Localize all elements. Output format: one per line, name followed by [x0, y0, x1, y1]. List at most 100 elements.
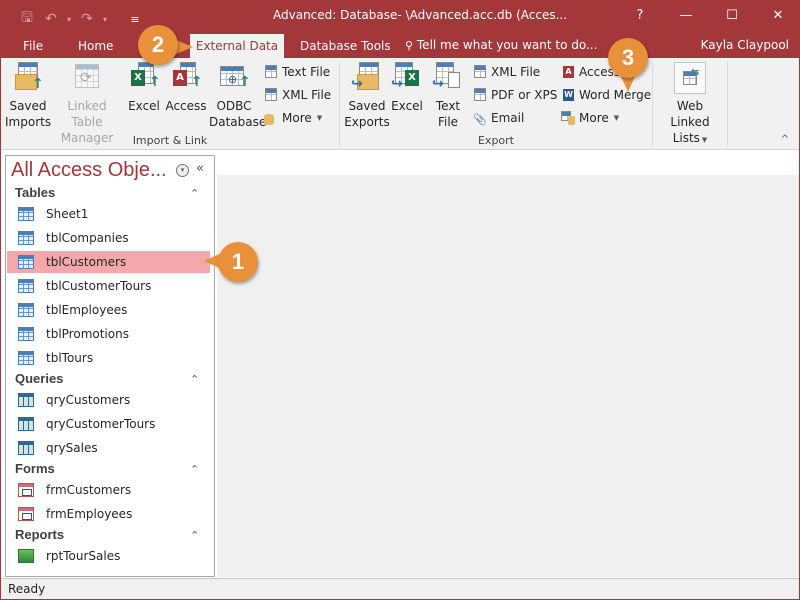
- nav-item-tbltours[interactable]: tblTours: [7, 347, 210, 369]
- import-text-file-button[interactable]: Text File: [263, 62, 330, 82]
- export-email-button[interactable]: 📎 Email: [472, 108, 524, 128]
- nav-item-tblcustomers[interactable]: tblCustomers: [7, 251, 210, 273]
- section-queries[interactable]: Queries: [15, 371, 63, 386]
- tab-home[interactable]: Home: [68, 34, 123, 58]
- nav-item-qrycustomers[interactable]: qryCustomers: [7, 389, 210, 411]
- xml-export-icon: [472, 64, 488, 80]
- nav-item-qrysales[interactable]: qrySales: [7, 437, 210, 459]
- nav-item-rpttoursales[interactable]: rptTourSales: [7, 545, 210, 567]
- navigation-pane: All Access Obje... ▾ « Tables ⌃ Sheet1 t…: [5, 155, 215, 577]
- section-forms[interactable]: Forms: [15, 461, 55, 476]
- export-pdf-xps-button[interactable]: PDF or XPS: [472, 85, 557, 105]
- table-icon: [18, 279, 34, 293]
- table-icon: [18, 303, 34, 317]
- nav-pane-title[interactable]: All Access Obje...: [11, 159, 167, 182]
- report-icon: [18, 549, 34, 563]
- saved-exports-button[interactable]: ↪ Saved Exports: [344, 62, 390, 130]
- user-name[interactable]: Kayla Claypool: [701, 32, 789, 58]
- tab-external-data[interactable]: External Data: [190, 34, 284, 58]
- access-export-icon: A: [560, 64, 576, 80]
- collapse-ribbon-button[interactable]: ^: [781, 134, 789, 145]
- collapse-reports-icon[interactable]: ⌃: [190, 529, 199, 542]
- table-icon: [18, 255, 34, 269]
- section-reports[interactable]: Reports: [15, 527, 64, 542]
- nav-item-frmcustomers[interactable]: frmCustomers: [7, 479, 210, 501]
- dropdown-caret-icon: ▼: [316, 114, 323, 122]
- collapse-forms-icon[interactable]: ⌃: [190, 463, 199, 476]
- text-file-icon: [263, 64, 279, 80]
- import-access-button[interactable]: A ↑ Access: [165, 62, 207, 114]
- query-icon: [18, 417, 34, 431]
- ribbon-tabs: File Home External Data Database Tools ⚲…: [1, 32, 800, 58]
- query-icon: [18, 393, 34, 407]
- import-xml-file-button[interactable]: XML File: [263, 85, 331, 105]
- saved-exports-icon: ↪: [351, 62, 383, 94]
- callout-3-badge: 3: [608, 38, 648, 78]
- dropdown-caret-icon: ▼: [613, 114, 620, 122]
- table-icon: [18, 351, 34, 365]
- window-title: Advanced: Database- \Advanced.acc.db (Ac…: [273, 8, 568, 22]
- callout-1-badge: 1: [218, 242, 258, 282]
- group-export: ↪ Saved Exports X ↪ Excel ↪ Text File XM…: [340, 58, 652, 150]
- maximize-button[interactable]: ☐: [709, 0, 755, 32]
- quick-access-toolbar: 🖫 ↶ ▾ ↷ ▾ ≡: [15, 7, 147, 31]
- customize-qat-icon[interactable]: ≡: [123, 13, 147, 26]
- import-excel-button[interactable]: X ↑ Excel: [125, 62, 163, 114]
- table-icon: [18, 231, 34, 245]
- text-file-export-icon: ↪: [432, 62, 464, 94]
- export-text-file-button[interactable]: ↪ Text File: [430, 62, 466, 130]
- export-xml-file-button[interactable]: XML File: [472, 62, 540, 82]
- dropdown-caret-icon: ▼: [701, 136, 708, 144]
- export-excel-button[interactable]: X ↪ Excel: [390, 62, 424, 114]
- lightbulb-icon: ⚲: [405, 39, 414, 52]
- undo-dropdown-icon[interactable]: ▾: [63, 15, 75, 24]
- pdf-export-icon: [472, 87, 488, 103]
- status-text: Ready: [8, 582, 46, 596]
- saved-imports-button[interactable]: ↑ Saved Imports: [5, 62, 51, 130]
- redo-dropdown-icon[interactable]: ▾: [99, 15, 111, 24]
- nav-item-frmemployees[interactable]: frmEmployees: [7, 503, 210, 525]
- export-word-merge-button[interactable]: W Word Merge: [560, 85, 651, 105]
- linked-table-manager-icon: ⟳: [71, 62, 103, 94]
- title-bar: 🖫 ↶ ▾ ↷ ▾ ≡ Advanced: Database- \Advance…: [1, 0, 800, 32]
- tell-me-search[interactable]: ⚲ Tell me what you want to do...: [405, 32, 597, 59]
- collapse-tables-icon[interactable]: ⌃: [190, 187, 199, 200]
- help-button[interactable]: ?: [617, 0, 663, 32]
- email-attachment-icon: 📎: [473, 113, 487, 126]
- shutter-bar-close-icon[interactable]: «: [196, 161, 204, 176]
- saved-imports-icon: ↑: [12, 62, 44, 94]
- ribbon: ↑ Saved Imports ⟳ Linked Table Manager X…: [1, 58, 799, 150]
- tab-file[interactable]: File: [13, 34, 53, 58]
- nav-item-sheet1[interactable]: Sheet1: [7, 203, 210, 225]
- nav-item-tblpromotions[interactable]: tblPromotions: [7, 323, 210, 345]
- section-tables[interactable]: Tables: [15, 185, 55, 200]
- export-more-button[interactable]: More ▼: [560, 108, 619, 128]
- group-import-link: ↑ Saved Imports ⟳ Linked Table Manager X…: [1, 58, 339, 150]
- close-button[interactable]: ✕: [755, 0, 800, 32]
- save-icon[interactable]: 🖫: [15, 7, 39, 31]
- word-merge-icon: W: [563, 89, 574, 101]
- minimize-button[interactable]: —: [663, 0, 709, 32]
- table-icon: [18, 207, 34, 221]
- table-icon: [18, 327, 34, 341]
- nav-item-qrycustomertours[interactable]: qryCustomerTours: [7, 413, 210, 435]
- web-linked-lists-button[interactable]: ⇆ Web Linked Lists ▼: [657, 62, 723, 148]
- import-odbc-button[interactable]: ⊕ ↑ ODBC Database: [209, 62, 266, 130]
- collapse-queries-icon[interactable]: ⌃: [190, 373, 199, 386]
- group-web-linked-lists: ⇆ Web Linked Lists ▼: [653, 58, 727, 150]
- undo-icon[interactable]: ↶: [39, 11, 63, 27]
- access-window: 🖫 ↶ ▾ ↷ ▾ ≡ Advanced: Database- \Advance…: [0, 0, 800, 600]
- import-more-button[interactable]: More ▼: [263, 108, 322, 128]
- nav-item-tblcompanies[interactable]: tblCompanies: [7, 227, 210, 249]
- query-icon: [18, 441, 34, 455]
- status-bar: Ready: [1, 578, 799, 599]
- xml-file-icon: [263, 87, 279, 103]
- odbc-database-icon: ⊕ ↑: [218, 62, 251, 94]
- nav-item-tblcustomertours[interactable]: tblCustomerTours: [7, 275, 210, 297]
- nav-pane-menu-icon[interactable]: ▾: [176, 164, 189, 177]
- nav-item-tblemployees[interactable]: tblEmployees: [7, 299, 210, 321]
- excel-import-icon: X ↑: [128, 62, 161, 94]
- redo-icon[interactable]: ↷: [75, 11, 99, 27]
- tab-database-tools[interactable]: Database Tools: [290, 34, 401, 58]
- form-icon: [18, 507, 34, 521]
